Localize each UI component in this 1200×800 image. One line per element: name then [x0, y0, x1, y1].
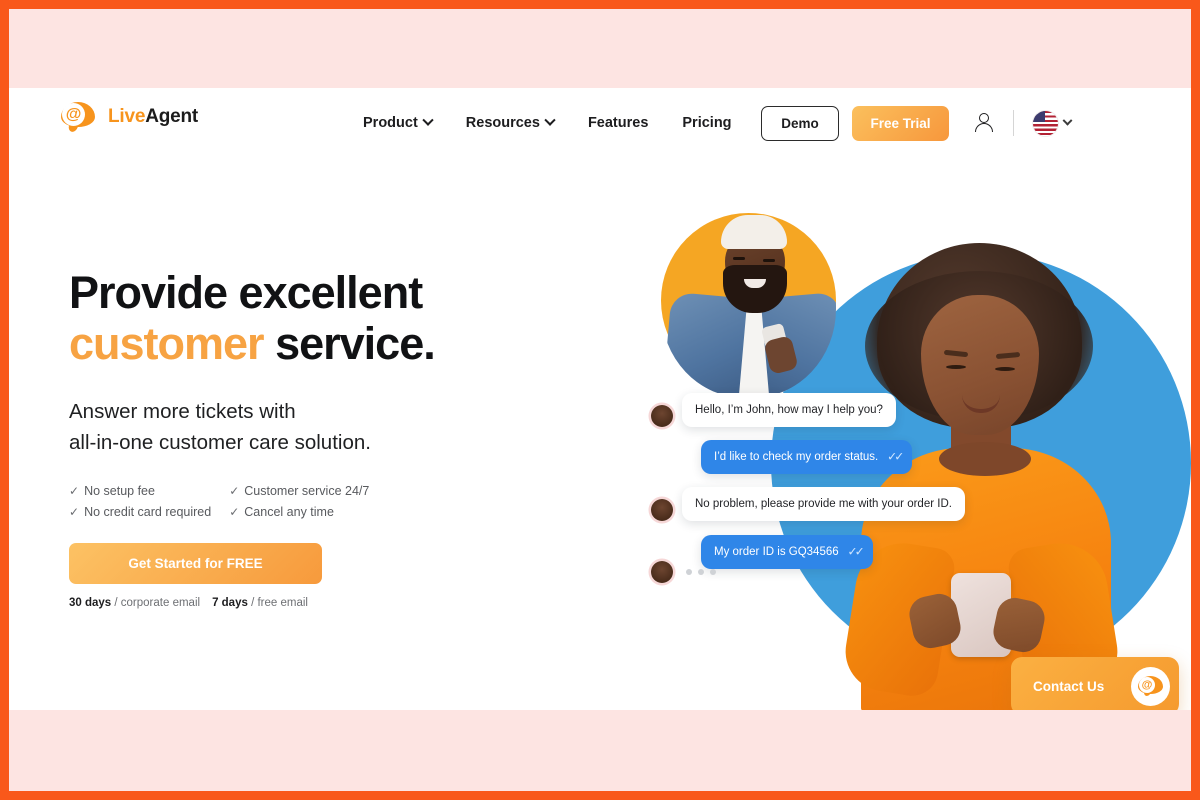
feature-label: Cancel any time — [244, 505, 334, 519]
page-frame: @ LiveAgent Product Resources Features P… — [9, 9, 1191, 791]
chat-preview: Hello, I’m John, how may I help you? I’d… — [609, 213, 1129, 710]
hero-subheading: Answer more tickets with all-in-one cust… — [69, 396, 589, 458]
feature-label: No credit card required — [84, 505, 212, 519]
nav-label: Product — [363, 115, 418, 131]
feature-item: ✓ Customer service 24/7 — [229, 484, 369, 498]
chat-message-customer: I’d like to check my order status. ✓✓ — [701, 440, 913, 475]
get-started-button[interactable]: Get Started for FREE — [69, 543, 322, 584]
chevron-down-icon — [422, 114, 434, 126]
demo-button[interactable]: Demo — [761, 105, 839, 141]
hero-illustration: Hello, I’m John, how may I help you? I’d… — [609, 213, 1191, 710]
trial-days-corporate: 30 days — [69, 597, 112, 609]
feature-item: ✓ No setup fee — [69, 484, 211, 498]
chevron-down-icon — [544, 114, 556, 126]
chat-bubble-text: No problem, please provide me with your … — [682, 487, 965, 522]
check-icon: ✓ — [69, 484, 80, 498]
avatar — [651, 405, 673, 428]
logo-agent: Agent — [145, 106, 199, 127]
header-actions: Demo Free Trial — [761, 88, 1073, 158]
logo[interactable]: @ LiveAgent — [61, 102, 198, 133]
contact-us-label: Contact Us — [1033, 678, 1105, 694]
trial-days-free: 7 days — [212, 597, 248, 609]
subhead-line-1: Answer more tickets with — [69, 399, 296, 423]
contact-us-widget[interactable]: Contact Us @ — [1011, 657, 1179, 710]
subhead-line-2: all-in-one customer care solution. — [69, 430, 371, 454]
headline-line-1: Provide excellent — [69, 267, 423, 318]
chat-text: I’d like to check my order status. — [714, 451, 879, 463]
nav-item-resources[interactable]: Resources — [449, 88, 571, 158]
chevron-down-icon — [1062, 115, 1073, 126]
chat-bubble-text: My order ID is GQ34566 ✓✓ — [701, 535, 873, 570]
chat-message-customer: My order ID is GQ34566 ✓✓ — [701, 535, 873, 570]
at-speech-bubble-icon: @ — [61, 102, 99, 133]
chat-typing-indicator — [651, 561, 716, 583]
hero-text-block: Provide excellent customer service. Answ… — [69, 267, 589, 609]
check-icon: ✓ — [69, 505, 80, 519]
avatar — [651, 561, 673, 583]
feature-list: ✓ No setup fee ✓ Customer service 24/7 ✓… — [69, 484, 589, 519]
language-selector[interactable] — [1033, 110, 1073, 136]
feature-label: No setup fee — [84, 484, 155, 498]
chat-text: My order ID is GQ34566 — [714, 546, 839, 558]
us-flag-icon — [1033, 110, 1058, 136]
trial-corporate-text: / corporate email — [111, 597, 201, 609]
check-icon: ✓ — [229, 484, 240, 498]
feature-item: ✓ No credit card required — [69, 505, 211, 519]
check-icon: ✓ — [229, 505, 240, 519]
feature-label: Customer service 24/7 — [244, 484, 370, 498]
primary-navigation: Product Resources Features Pricing — [346, 88, 749, 158]
nav-label: Pricing — [682, 115, 732, 131]
headline-rest: service. — [263, 317, 436, 369]
chat-bubble-text: I’d like to check my order status. ✓✓ — [701, 440, 913, 475]
at-speech-bubble-icon: @ — [1131, 666, 1170, 706]
feature-item: ✓ Cancel any time — [229, 505, 369, 519]
headline-highlight: customer — [69, 317, 265, 369]
nav-label: Resources — [465, 115, 540, 131]
page-title: Provide excellent customer service. — [69, 267, 589, 370]
read-receipt-icon: ✓✓ — [887, 449, 904, 464]
trial-note: 30 days / corporate email 7 days / free e… — [69, 597, 589, 609]
free-trial-button[interactable]: Free Trial — [852, 105, 949, 141]
nav-item-pricing[interactable]: Pricing — [665, 88, 748, 158]
logo-text: LiveAgent — [108, 106, 198, 128]
nav-item-features[interactable]: Features — [571, 88, 665, 158]
divider — [1013, 110, 1014, 136]
read-receipt-icon: ✓✓ — [847, 544, 865, 559]
chat-message-agent: No problem, please provide me with your … — [651, 487, 965, 522]
trial-free-text: / free email — [247, 597, 308, 609]
chat-bubble-text: Hello, I’m John, how may I help you? — [682, 393, 896, 428]
page-content: @ LiveAgent Product Resources Features P… — [9, 88, 1191, 710]
nav-label: Features — [587, 115, 649, 131]
user-account-icon[interactable] — [974, 112, 994, 134]
nav-item-product[interactable]: Product — [346, 88, 449, 158]
logo-live: Live — [108, 106, 146, 127]
typing-dots-icon — [682, 569, 716, 575]
chat-message-agent: Hello, I’m John, how may I help you? — [651, 393, 896, 428]
avatar — [651, 499, 673, 522]
site-header: @ LiveAgent Product Resources Features P… — [9, 88, 1191, 158]
